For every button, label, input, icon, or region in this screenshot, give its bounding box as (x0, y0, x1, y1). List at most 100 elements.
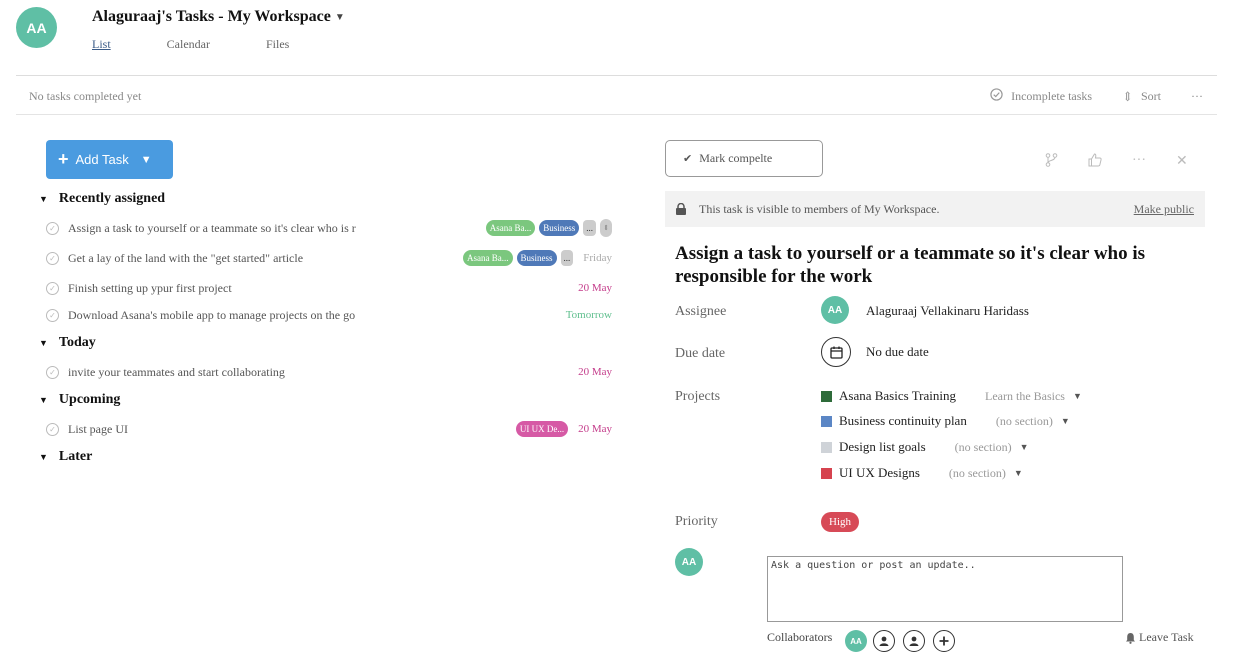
mark-complete-label: Mark compelte (699, 151, 773, 165)
completion-status: No tasks completed yet (29, 89, 142, 103)
check-circle-icon[interactable]: ✓ (46, 281, 59, 295)
project-name[interactable]: Business continuity plan (839, 413, 967, 429)
check-circle-icon[interactable]: ✓ (46, 308, 59, 322)
chevron-down-icon[interactable]: ▼ (1073, 391, 1082, 401)
list-toolbar: Incomplete tasks ⇕ Sort ··· (990, 88, 1203, 105)
chevron-down-icon[interactable]: ▼ (1061, 416, 1070, 426)
incomplete-tasks-filter[interactable]: Incomplete tasks (1011, 89, 1092, 104)
user-placeholder-icon[interactable] (903, 630, 925, 652)
section-recently-assigned[interactable]: ▼ Recently assigned (39, 191, 165, 207)
priority-badge[interactable]: High (821, 512, 859, 532)
due-date: Tomorrow (565, 309, 612, 321)
project-name[interactable]: Design list goals (839, 439, 926, 455)
projects-label: Projects (675, 389, 721, 404)
section-later[interactable]: ▼ Later (39, 449, 92, 465)
project-color-swatch (821, 441, 832, 453)
project-section[interactable]: (no section) (996, 414, 1053, 429)
check-circle-icon[interactable] (990, 88, 1003, 105)
section-title: Upcoming (58, 392, 121, 407)
collapse-triangle-icon[interactable]: ▼ (39, 452, 48, 462)
like-icon[interactable] (1088, 153, 1102, 172)
collapse-triangle-icon[interactable]: ▼ (39, 194, 48, 204)
visibility-text: This task is visible to members of My Wo… (699, 201, 940, 216)
divider (16, 114, 1217, 115)
task-actions: ··· ✕ (1045, 153, 1188, 172)
check-circle-icon[interactable]: ✓ (46, 251, 59, 265)
calendar-icon[interactable] (821, 337, 851, 367)
more-tags[interactable]: ... (560, 250, 574, 266)
project-row[interactable]: UI UX Designs (no section) ▼ (821, 465, 1023, 481)
section-today[interactable]: ▼ Today (39, 335, 96, 351)
user-avatar[interactable]: AA (16, 7, 57, 48)
user-placeholder-icon[interactable] (873, 630, 895, 652)
add-task-label: Add Task (75, 152, 129, 167)
project-tag[interactable]: UI UX De... (515, 421, 569, 437)
task-row[interactable]: ✓ Get a lay of the land with the "get st… (46, 248, 612, 268)
check-circle-icon[interactable]: ✓ (46, 221, 59, 235)
section-upcoming[interactable]: ▼ Upcoming (39, 392, 120, 408)
due-date: 20 May (578, 282, 612, 294)
sort-button[interactable]: Sort (1141, 89, 1161, 104)
task-name: Download Asana's mobile app to manage pr… (68, 307, 356, 322)
chevron-down-icon[interactable]: ▼ (335, 12, 345, 23)
task-row[interactable]: ✓ Download Asana's mobile app to manage … (46, 305, 612, 325)
task-row[interactable]: ✓ invite your teammates and start collab… (46, 362, 612, 382)
project-row[interactable]: Business continuity plan (no section) ▼ (821, 413, 1070, 429)
sort-icon[interactable]: ⇕ (600, 219, 612, 237)
plus-icon: + (58, 149, 69, 169)
project-section[interactable]: (no section) (955, 440, 1012, 455)
comment-avatar: AA (675, 548, 703, 576)
check-circle-icon[interactable]: ✓ (46, 365, 59, 379)
tab-list[interactable]: List (92, 37, 111, 52)
task-row[interactable]: ✓ Assign a task to yourself or a teammat… (46, 218, 612, 238)
close-icon[interactable]: ✕ (1176, 153, 1188, 172)
project-tag[interactable]: Asana Ba... (463, 250, 513, 266)
more-tags[interactable]: ... (583, 220, 596, 236)
chevron-down-icon[interactable]: ▼ (1014, 468, 1023, 478)
view-tabs: List Calendar Files (92, 37, 289, 52)
sort-icon[interactable]: ⇕ (1122, 89, 1133, 105)
tab-files[interactable]: Files (266, 37, 289, 52)
due-date: 20 May (578, 423, 612, 435)
project-tag[interactable]: Business (516, 250, 557, 266)
assignee-name[interactable]: Alaguraaj Vellakinaru Haridass (866, 303, 1029, 319)
project-tag[interactable]: Asana Ba... (485, 220, 536, 236)
collaborator-avatar[interactable]: AA (845, 630, 867, 652)
due-date: Friday (583, 252, 612, 264)
make-public-link[interactable]: Make public (1134, 202, 1194, 217)
project-row[interactable]: Asana Basics Training Learn the Basics ▼ (821, 388, 1082, 404)
comment-input[interactable] (767, 556, 1123, 622)
task-name: invite your teammates and start collabor… (68, 364, 285, 379)
project-name[interactable]: Asana Basics Training (839, 388, 956, 404)
task-name: Get a lay of the land with the "get star… (68, 250, 304, 265)
mark-complete-button[interactable]: ✔ Mark compelte (665, 140, 823, 177)
chevron-down-icon[interactable]: ▼ (141, 154, 152, 166)
project-row[interactable]: Design list goals (no section) ▼ (821, 439, 1029, 455)
check-circle-icon[interactable]: ✓ (46, 422, 59, 436)
project-tag[interactable]: Business (539, 220, 580, 236)
task-title[interactable]: Assign a task to yourself or a teammate … (675, 242, 1200, 288)
collapse-triangle-icon[interactable]: ▼ (39, 338, 48, 348)
priority-label: Priority (675, 514, 718, 529)
project-section[interactable]: Learn the Basics (985, 389, 1065, 404)
add-task-button[interactable]: + Add Task ▼ (46, 140, 173, 179)
task-row[interactable]: ✓ List page UI UI UX De... 20 May (46, 419, 612, 439)
assignee-avatar[interactable]: AA (821, 296, 849, 324)
divider (16, 75, 1217, 76)
assignee-label: Assignee (675, 304, 727, 319)
collapse-triangle-icon[interactable]: ▼ (39, 395, 48, 405)
add-collaborator-icon[interactable] (933, 630, 955, 652)
project-name[interactable]: UI UX Designs (839, 465, 920, 481)
more-options-icon[interactable]: ··· (1132, 153, 1146, 172)
chevron-down-icon[interactable]: ▼ (1020, 442, 1029, 452)
task-row[interactable]: ✓ Finish setting up ypur first project 2… (46, 278, 612, 298)
due-date-value[interactable]: No due date (866, 344, 929, 360)
project-section[interactable]: (no section) (949, 466, 1006, 481)
more-options-icon[interactable]: ··· (1191, 89, 1203, 104)
tab-calendar[interactable]: Calendar (167, 37, 210, 52)
due-date: 20 May (578, 366, 612, 378)
workspace-title[interactable]: Alaguraaj's Tasks - My Workspace ▼ (92, 8, 345, 26)
subtask-icon[interactable] (1045, 153, 1058, 172)
leave-task-button[interactable]: Leave Task (1125, 630, 1194, 645)
section-title: Recently assigned (58, 191, 166, 206)
